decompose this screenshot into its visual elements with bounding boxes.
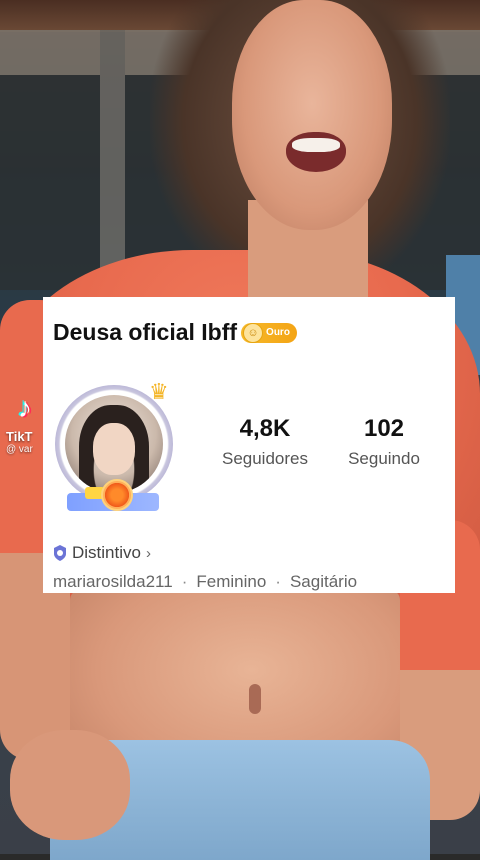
person-teeth (292, 138, 340, 152)
chevron-right-icon: › (145, 544, 151, 562)
followers-label: Seguidores (221, 449, 308, 468)
following-stat[interactable]: 102 Seguindo (319, 415, 449, 469)
crown-icon: ♛ (149, 379, 169, 404)
flower-icon (101, 479, 133, 511)
rank-badge[interactable]: ☺ Ouro (241, 322, 297, 343)
profile-gender: Feminino (196, 572, 267, 591)
separator-dot: · (181, 572, 188, 591)
avatar[interactable]: ♛ (53, 379, 181, 519)
profile-title-row: Deusa oficial Ibff ☺ Ouro (53, 319, 297, 346)
person-face (232, 0, 392, 230)
badge-link-label: Distintivo (72, 543, 141, 562)
following-count: 102 (363, 415, 405, 442)
profile-stats: 4,8K Seguidores 102 Seguindo (215, 415, 449, 469)
coin-icon: ☺ (243, 322, 264, 343)
profile-zodiac: Sagitário (289, 572, 358, 591)
profile-card: Deusa oficial Ibff ☺ Ouro ♛ 4,8K Seguido… (43, 297, 455, 593)
person-hand (10, 730, 130, 840)
followers-stat[interactable]: 4,8K Seguidores (215, 415, 315, 469)
badge-link[interactable]: Distintivo › (53, 543, 151, 563)
profile-username: mariarosilda211 (53, 572, 173, 591)
shield-icon (53, 545, 67, 561)
rank-badge-label: Ouro (266, 327, 290, 338)
profile-name: Deusa oficial Ibff (53, 319, 238, 345)
separator-dot: · (275, 572, 281, 591)
following-label: Seguindo (348, 449, 420, 468)
followers-count: 4,8K (239, 415, 291, 442)
profile-info-row: mariarosilda211 · Feminino · Sagitário (53, 572, 357, 592)
person-piercing (249, 684, 261, 714)
